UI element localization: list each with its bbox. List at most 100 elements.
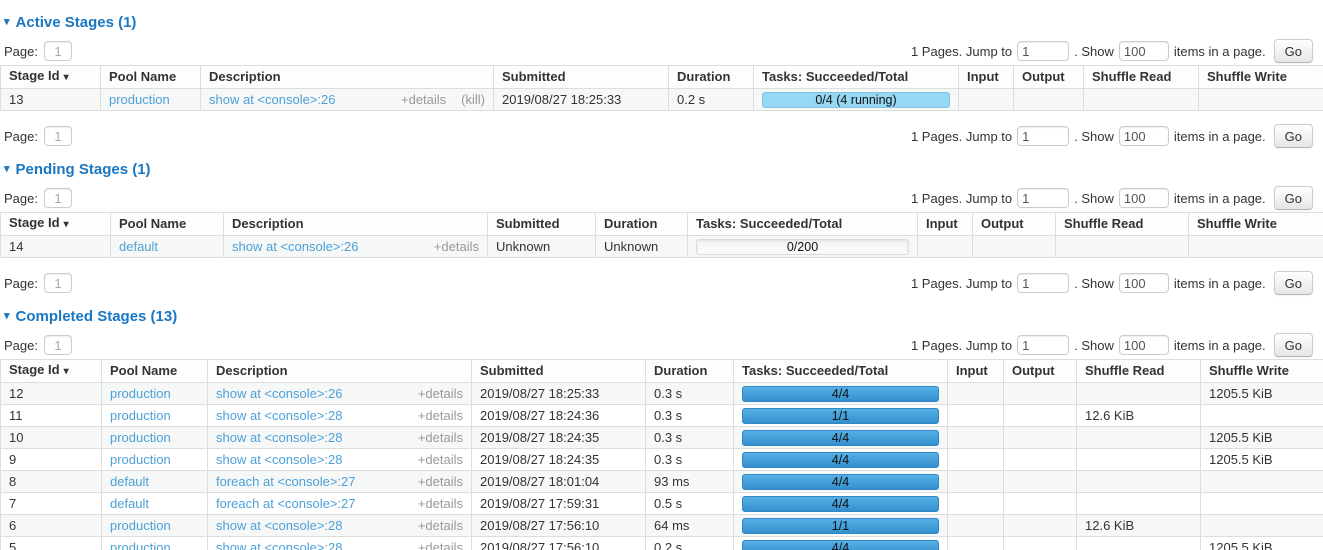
- show-count-input[interactable]: [1119, 335, 1169, 355]
- jump-to-input[interactable]: [1017, 273, 1069, 293]
- jump-to-input[interactable]: [1017, 188, 1069, 208]
- go-button[interactable]: Go: [1274, 39, 1313, 63]
- column-header-submitted[interactable]: Submitted: [494, 66, 669, 89]
- cell-submitted: 2019/08/27 17:59:31: [472, 493, 646, 515]
- column-header-input[interactable]: Input: [959, 66, 1014, 89]
- cell-output: [1004, 449, 1077, 471]
- pool-name-link[interactable]: production: [110, 386, 171, 401]
- details-toggle[interactable]: +details: [418, 539, 463, 550]
- column-header-output[interactable]: Output: [1004, 360, 1077, 383]
- column-header-stage-id[interactable]: Stage Id▾: [1, 213, 111, 236]
- column-header-duration[interactable]: Duration: [596, 213, 688, 236]
- column-header-pool[interactable]: Pool Name: [111, 213, 224, 236]
- cell-shuffle-read: [1077, 493, 1201, 515]
- page-number-input[interactable]: [44, 188, 72, 208]
- show-count-input[interactable]: [1119, 188, 1169, 208]
- stage-description-link[interactable]: show at <console>:28: [216, 517, 342, 535]
- kill-link[interactable]: (kill): [461, 91, 485, 109]
- pool-name-link[interactable]: production: [110, 518, 171, 533]
- stage-description-link[interactable]: show at <console>:28: [216, 539, 342, 550]
- go-button[interactable]: Go: [1274, 124, 1313, 148]
- column-header-pool[interactable]: Pool Name: [101, 66, 201, 89]
- show-count-input[interactable]: [1119, 273, 1169, 293]
- section-title: Active Stages (1): [16, 14, 137, 31]
- pool-name-link[interactable]: production: [110, 540, 171, 550]
- stage-description-link[interactable]: foreach at <console>:27: [216, 495, 356, 513]
- section-header[interactable]: ▾ Active Stages (1): [4, 14, 1323, 31]
- stage-row: 7defaultforeach at <console>:27+details2…: [1, 493, 1323, 515]
- cell-input: [918, 236, 973, 258]
- pool-name-link[interactable]: default: [119, 239, 158, 254]
- column-header-output[interactable]: Output: [1014, 66, 1084, 89]
- details-toggle[interactable]: +details: [418, 385, 463, 403]
- details-toggle[interactable]: +details: [418, 495, 463, 513]
- column-header-shuffle-read[interactable]: Shuffle Read: [1084, 66, 1199, 89]
- column-header-label: Pool Name: [119, 216, 186, 231]
- tasks-progress-label: 0/200: [697, 240, 908, 255]
- stage-description-link[interactable]: show at <console>:26: [232, 238, 358, 256]
- jump-to-input[interactable]: [1017, 41, 1069, 61]
- page-number-input[interactable]: [44, 335, 72, 355]
- column-header-shuffle-read[interactable]: Shuffle Read: [1056, 213, 1189, 236]
- stage-description-link[interactable]: foreach at <console>:27: [216, 473, 356, 491]
- column-header-shuffle-write[interactable]: Shuffle Write: [1199, 66, 1323, 89]
- page-number-input[interactable]: [44, 126, 72, 146]
- stage-description-link[interactable]: show at <console>:28: [216, 429, 342, 447]
- show-count-input[interactable]: [1119, 41, 1169, 61]
- details-toggle[interactable]: +details: [418, 517, 463, 535]
- column-header-duration[interactable]: Duration: [646, 360, 734, 383]
- cell-duration: Unknown: [596, 236, 688, 258]
- pool-name-link[interactable]: default: [110, 496, 149, 511]
- cell-description: show at <console>:26 +details: [224, 236, 488, 258]
- show-count-input[interactable]: [1119, 126, 1169, 146]
- jump-to-input[interactable]: [1017, 335, 1069, 355]
- pool-name-link[interactable]: production: [110, 430, 171, 445]
- column-header-input[interactable]: Input: [918, 213, 973, 236]
- cell-input: [948, 471, 1004, 493]
- column-header-shuffle-write[interactable]: Shuffle Write: [1189, 213, 1323, 236]
- details-toggle[interactable]: +details: [434, 238, 479, 256]
- details-toggle[interactable]: +details: [418, 451, 463, 469]
- column-header-shuffle-read[interactable]: Shuffle Read: [1077, 360, 1201, 383]
- column-header-tasks[interactable]: Tasks: Succeeded/Total: [734, 360, 948, 383]
- column-header-description[interactable]: Description: [208, 360, 472, 383]
- column-header-description[interactable]: Description: [201, 66, 494, 89]
- details-toggle[interactable]: +details: [418, 473, 463, 491]
- cell-duration: 0.3 s: [646, 405, 734, 427]
- go-button[interactable]: Go: [1274, 186, 1313, 210]
- column-header-shuffle-write[interactable]: Shuffle Write: [1201, 360, 1323, 383]
- stage-description-link[interactable]: show at <console>:26: [209, 91, 335, 109]
- column-header-stage-id[interactable]: Stage Id▾: [1, 66, 101, 89]
- details-toggle[interactable]: +details: [401, 91, 446, 109]
- section-header[interactable]: ▾ Pending Stages (1): [4, 161, 1323, 178]
- column-header-tasks[interactable]: Tasks: Succeeded/Total: [688, 213, 918, 236]
- column-header-output[interactable]: Output: [973, 213, 1056, 236]
- column-header-description[interactable]: Description: [224, 213, 488, 236]
- column-header-submitted[interactable]: Submitted: [488, 213, 596, 236]
- column-header-pool[interactable]: Pool Name: [102, 360, 208, 383]
- details-toggle[interactable]: +details: [418, 407, 463, 425]
- cell-stage-id: 13: [1, 89, 101, 111]
- column-header-tasks[interactable]: Tasks: Succeeded/Total: [754, 66, 959, 89]
- pool-name-link[interactable]: production: [110, 452, 171, 467]
- details-toggle[interactable]: +details: [418, 429, 463, 447]
- column-header-stage-id[interactable]: Stage Id▾: [1, 360, 102, 383]
- column-header-input[interactable]: Input: [948, 360, 1004, 383]
- stage-description-link[interactable]: show at <console>:28: [216, 451, 342, 469]
- tasks-progress-label: 4/4: [743, 387, 938, 402]
- stage-row: 6productionshow at <console>:28+details2…: [1, 515, 1323, 537]
- go-button[interactable]: Go: [1274, 271, 1313, 295]
- page-number-input[interactable]: [44, 41, 72, 61]
- column-header-label: Stage Id: [9, 215, 60, 230]
- column-header-submitted[interactable]: Submitted: [472, 360, 646, 383]
- page-number-input[interactable]: [44, 273, 72, 293]
- section-header[interactable]: ▾ Completed Stages (13): [4, 308, 1323, 325]
- stage-description-link[interactable]: show at <console>:28: [216, 407, 342, 425]
- stage-description-link[interactable]: show at <console>:26: [216, 385, 342, 403]
- column-header-duration[interactable]: Duration: [669, 66, 754, 89]
- pool-name-link[interactable]: production: [109, 92, 170, 107]
- go-button[interactable]: Go: [1274, 333, 1313, 357]
- jump-to-input[interactable]: [1017, 126, 1069, 146]
- pool-name-link[interactable]: production: [110, 408, 171, 423]
- pool-name-link[interactable]: default: [110, 474, 149, 489]
